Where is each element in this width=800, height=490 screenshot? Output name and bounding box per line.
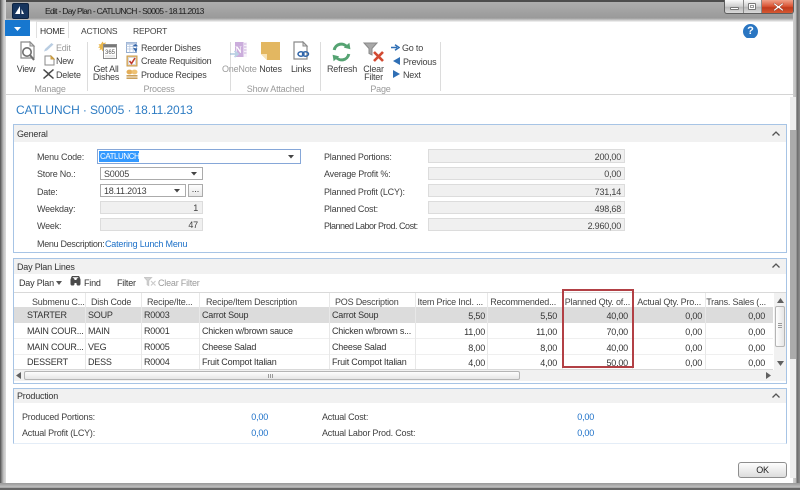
svg-text:365: 365 xyxy=(105,50,116,56)
